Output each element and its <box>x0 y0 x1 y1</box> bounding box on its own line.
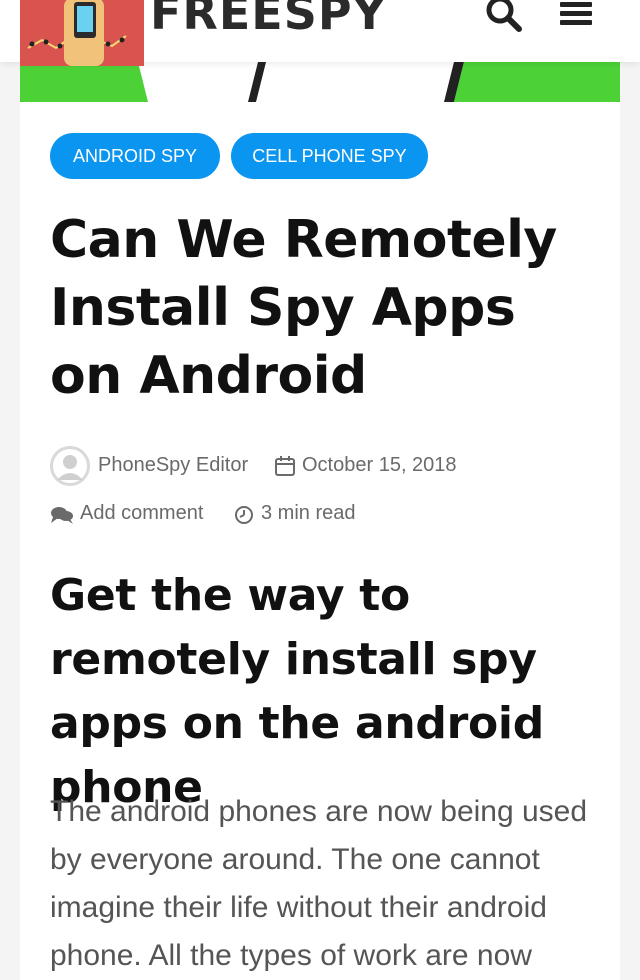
search-icon <box>486 0 522 32</box>
article-meta-secondary: Add comment 3 min read <box>50 502 610 532</box>
menu-icon <box>560 2 592 25</box>
add-comment-link[interactable]: Add comment <box>80 502 203 525</box>
comment-icon <box>51 507 73 524</box>
article-body-paragraph: The android phones are now being used by… <box>50 795 588 972</box>
avatar-icon <box>50 446 90 486</box>
menu-button[interactable] <box>558 0 594 30</box>
clock-icon <box>235 506 253 524</box>
logo-image[interactable] <box>20 0 144 66</box>
article-card: ANDROID SPY CELL PHONE SPY Can We Remote… <box>20 62 620 980</box>
article-subheading: Get the way to remotely install spy apps… <box>50 570 544 813</box>
site-header: FREESPY <box>0 0 640 66</box>
site-logo-text[interactable]: FREESPY <box>150 0 387 40</box>
search-button[interactable] <box>484 0 524 36</box>
tag-android-spy[interactable]: ANDROID SPY <box>50 133 220 179</box>
avatar[interactable] <box>50 446 90 486</box>
article-title: Can We Remotely Install Spy Apps on Andr… <box>50 210 557 406</box>
calendar-icon <box>275 456 295 476</box>
featured-image <box>20 62 620 102</box>
tag-cell-phone-spy[interactable]: CELL PHONE SPY <box>231 133 428 179</box>
read-time: 3 min read <box>261 502 356 524</box>
post-date[interactable]: October 15, 2018 <box>302 454 457 477</box>
article-meta: PhoneSpy Editor October 15, 2018 <box>50 446 610 488</box>
author-link[interactable]: PhoneSpy Editor <box>98 454 248 477</box>
